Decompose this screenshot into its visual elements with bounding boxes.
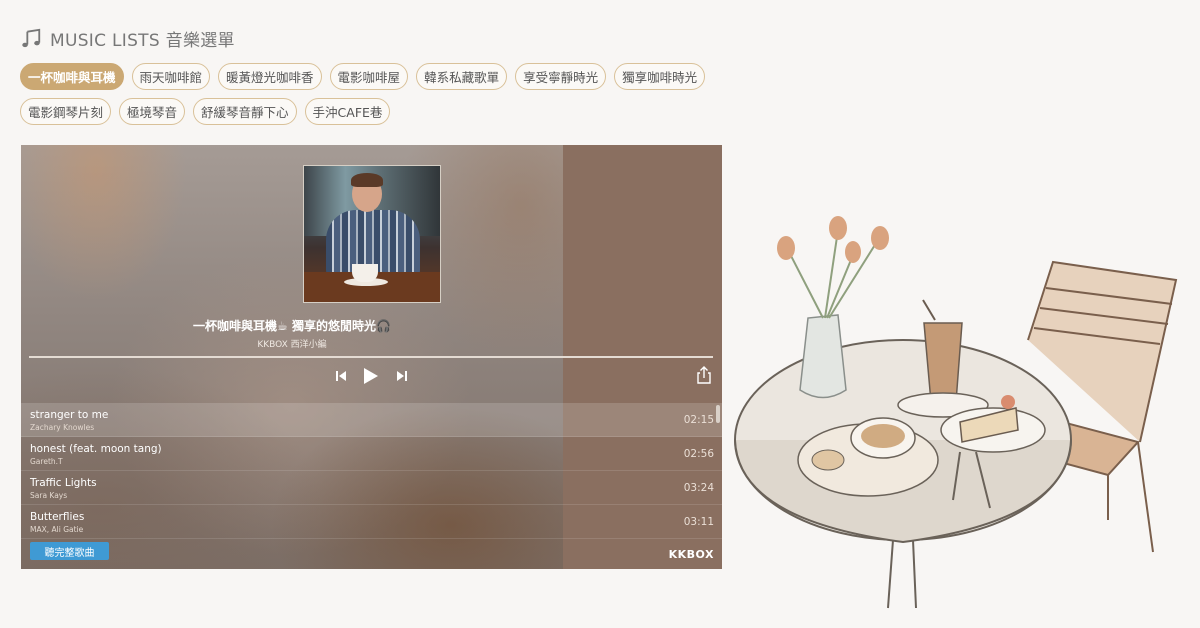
tag-row-1: 一杯咖啡與耳機 雨天咖啡館 暖黃燈光咖啡香 電影咖啡屋 韓系私藏歌單 享受寧靜時…: [20, 63, 720, 90]
playlist-tags: 一杯咖啡與耳機 雨天咖啡館 暖黃燈光咖啡香 電影咖啡屋 韓系私藏歌單 享受寧靜時…: [20, 63, 720, 133]
progress-bar[interactable]: [29, 356, 713, 358]
track-row[interactable]: stranger to me Zachary Knowles 02:15: [21, 403, 722, 437]
tag-calm-piano[interactable]: 舒緩琴音靜下心: [193, 98, 297, 125]
playlist-title: 一杯咖啡與耳機☕ 獨享的悠閒時光🎧: [193, 319, 391, 333]
tag-piano[interactable]: 極境琴音: [119, 98, 186, 125]
tag-movie-cafe[interactable]: 電影咖啡屋: [329, 63, 409, 90]
tag-drip-cafe[interactable]: 手沖CAFE巷: [304, 98, 391, 125]
track-artist: MAX, Ali Gatie: [30, 525, 84, 534]
playlist-curator: KKBOX 西洋小編: [257, 340, 327, 350]
track-name: Butterflies: [30, 511, 85, 523]
track-row[interactable]: Butterflies MAX, Ali Gatie 03:11: [21, 505, 722, 539]
track-artist: Zachary Knowles: [30, 423, 95, 432]
tag-korean-playlist[interactable]: 韓系私藏歌單: [416, 63, 508, 90]
track-duration: 03:24: [683, 482, 714, 494]
tag-warm-light[interactable]: 暖黃燈光咖啡香: [218, 63, 322, 90]
music-player: 一杯咖啡與耳機☕ 獨享的悠閒時光🎧 KKBOX 西洋小編 stranger to…: [21, 145, 722, 569]
music-note-icon: [22, 28, 41, 47]
track-duration: 03:11: [683, 516, 714, 528]
track-row[interactable]: honest (feat. moon tang) Gareth.T 02:56: [21, 437, 722, 471]
tag-row-2: 電影鋼琴片刻 極境琴音 舒緩琴音靜下心 手沖CAFE巷: [20, 98, 720, 125]
previous-icon[interactable]: [335, 370, 347, 382]
track-artist: Gareth.T: [30, 457, 63, 466]
listen-full-button[interactable]: 聽完整歌曲: [30, 542, 109, 560]
next-icon[interactable]: [396, 370, 408, 382]
tracklist-scrollbar[interactable]: [716, 405, 720, 423]
tag-coffee-headphones[interactable]: 一杯咖啡與耳機: [20, 63, 124, 90]
tag-movie-piano[interactable]: 電影鋼琴片刻: [20, 98, 112, 125]
track-duration: 02:56: [683, 448, 714, 460]
play-icon[interactable]: [363, 367, 379, 385]
track-name: stranger to me: [30, 409, 109, 421]
track-name: Traffic Lights: [30, 477, 97, 489]
player-controls: [21, 365, 722, 387]
playlist-cover[interactable]: [303, 165, 441, 303]
track-duration: 02:15: [683, 414, 714, 426]
page-title: MUSIC LISTS 音樂選單: [50, 31, 235, 51]
share-icon[interactable]: [696, 366, 712, 384]
tag-solo-coffee[interactable]: 獨享咖啡時光: [614, 63, 706, 90]
track-name: honest (feat. moon tang): [30, 443, 162, 455]
page-header: MUSIC LISTS 音樂選單: [20, 26, 235, 51]
cafe-table-illustration: [734, 216, 1178, 609]
kkbox-logo: KKBOX: [668, 548, 714, 561]
track-artist: Sara Kays: [30, 491, 68, 500]
track-row[interactable]: Traffic Lights Sara Kays 03:24: [21, 471, 722, 505]
track-list: stranger to me Zachary Knowles 02:15 hon…: [21, 403, 722, 539]
tag-rainy-cafe[interactable]: 雨天咖啡館: [131, 63, 211, 90]
tag-quiet-time[interactable]: 享受寧靜時光: [515, 63, 607, 90]
